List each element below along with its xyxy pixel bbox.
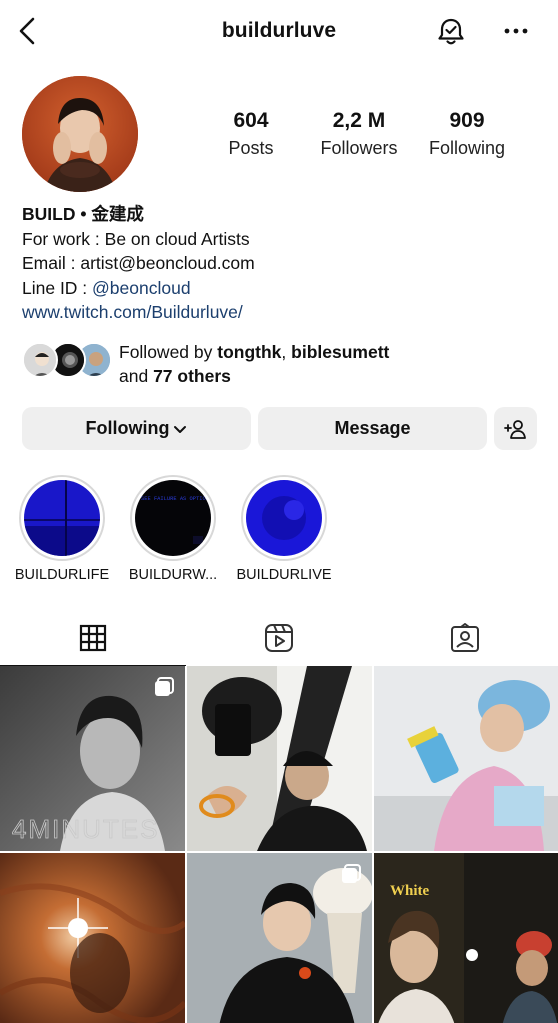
lineid-prefix: Line ID : xyxy=(22,277,93,298)
mutual-user-2[interactable]: biblesumett xyxy=(291,342,389,362)
followed-by-text: Followed by tongthk, biblesumett and 77 … xyxy=(119,340,389,388)
post-thumbnail[interactable] xyxy=(187,666,372,851)
bio-line-lineid: Line ID : @beoncloud xyxy=(22,276,542,301)
post-thumbnail[interactable] xyxy=(374,666,558,851)
post-overlay-text: White xyxy=(390,883,430,899)
followers-count[interactable]: 2,2 M Followers xyxy=(304,110,414,159)
following-button-label: Following xyxy=(85,418,170,438)
mutual-others[interactable]: 77 others xyxy=(153,366,231,386)
posts-count[interactable]: 604 Posts xyxy=(196,110,306,159)
story-highlight[interactable] xyxy=(241,475,327,561)
profile-website-link[interactable]: www.twitch.com/Buildurluve/ xyxy=(22,300,542,325)
followers-count-label: Followers xyxy=(320,138,398,158)
message-button[interactable]: Message xyxy=(258,407,487,450)
mention-link[interactable]: @beoncloud xyxy=(92,278,191,298)
story-highlight[interactable] xyxy=(19,475,105,561)
post-thumbnail[interactable]: 4MINUTES xyxy=(0,666,185,851)
tagged-icon xyxy=(451,623,479,652)
followed-by-section[interactable]: Followed by tongthk, biblesumett and 77 … xyxy=(22,340,542,386)
following-button[interactable]: Following xyxy=(22,407,251,450)
posts-count-label: Posts xyxy=(228,138,274,158)
highlight-cover xyxy=(246,480,322,556)
notifications-button[interactable] xyxy=(435,16,467,48)
followers-count-value: 2,2 M xyxy=(332,109,386,132)
posts-grid: 4MINUTES White xyxy=(0,666,558,1023)
mutual-user-1[interactable]: tongthk xyxy=(217,342,281,362)
tab-posts-grid[interactable] xyxy=(0,610,186,666)
more-horizontal-icon xyxy=(504,28,528,34)
bell-check-icon xyxy=(438,18,464,45)
tab-reels[interactable] xyxy=(186,610,372,666)
highlight-cover xyxy=(24,480,100,556)
followed-by-separator: , xyxy=(281,342,292,362)
multiple-images-icon xyxy=(155,677,174,696)
page-title: buildurluve xyxy=(221,19,337,42)
highlight-cover: SEE FAILURE AS OPTION xyxy=(135,480,211,556)
highlight-overlay-text: SEE FAILURE AS OPTION xyxy=(141,496,209,502)
following-count-value: 909 xyxy=(449,109,485,132)
grid-icon xyxy=(79,624,107,651)
story-highlight[interactable]: SEE FAILURE AS OPTION xyxy=(130,475,216,561)
bio-line-work: For work : Be on cloud Artists xyxy=(22,228,250,249)
posts-count-value: 604 xyxy=(233,109,269,132)
profile-avatar[interactable] xyxy=(22,76,138,192)
profile-tabs xyxy=(0,610,558,666)
highlight-label: BUILDURLIVE xyxy=(236,567,332,583)
followed-by-and: and xyxy=(119,366,154,386)
followed-by-prefix: Followed by xyxy=(119,342,218,362)
post-thumbnail[interactable]: White xyxy=(374,853,558,1023)
profile-header: buildurluve xyxy=(0,0,558,64)
tab-tagged[interactable] xyxy=(372,610,558,666)
message-button-label: Message xyxy=(334,418,411,438)
multiple-images-icon xyxy=(342,864,361,883)
post-overlay-text: 4MINUTES xyxy=(12,814,159,844)
chevron-down-icon xyxy=(174,425,187,433)
following-count-label: Following xyxy=(428,138,506,158)
suggested-users-button[interactable] xyxy=(494,407,537,450)
add-user-icon xyxy=(503,419,526,439)
more-options-button[interactable] xyxy=(500,18,532,44)
bio-line-email: Email : artist@beoncloud.com xyxy=(22,253,255,273)
post-thumbnail[interactable] xyxy=(187,853,372,1023)
reels-icon xyxy=(265,624,293,652)
display-name: BUILD • 金建成 xyxy=(22,204,144,224)
following-count[interactable]: 909 Following xyxy=(412,110,522,159)
profile-bio: BUILD • 金建成 For work : Be on cloud Artis… xyxy=(22,202,542,325)
post-thumbnail[interactable] xyxy=(0,853,185,1023)
highlight-label: BUILDURW... xyxy=(128,567,218,583)
highlight-label: BUILDURLIFE xyxy=(14,567,110,583)
mutual-avatar xyxy=(22,342,58,378)
